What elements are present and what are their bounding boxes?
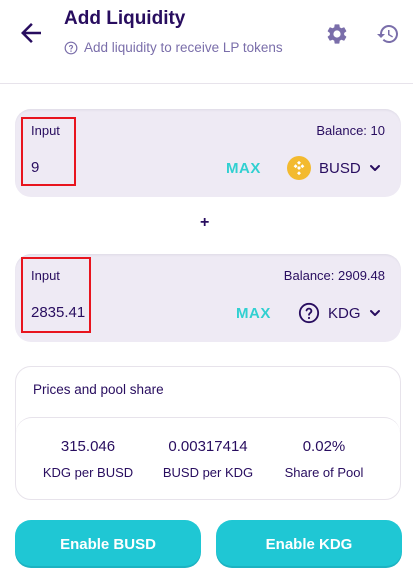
stat-busd-per-kdg: 0.00317414 BUSD per KDG <box>144 438 272 480</box>
balance-text: Balance: 10 <box>316 123 385 138</box>
stat-share-of-pool: 0.02% Share of Pool <box>260 438 388 480</box>
balance-text: Balance: 2909.48 <box>283 268 385 283</box>
busd-token-icon <box>287 156 311 180</box>
max-button-busd[interactable]: MAX <box>226 160 261 177</box>
page-title: Add Liquidity <box>64 8 186 29</box>
enable-kdg-button[interactable]: Enable KDG <box>216 520 402 568</box>
subtitle-text: Add liquidity to receive LP tokens <box>84 40 283 55</box>
arrow-left-icon[interactable] <box>16 18 46 48</box>
pool-info-card: Prices and pool share 315.046 KDG per BU… <box>15 366 401 500</box>
enable-busd-button[interactable]: Enable BUSD <box>15 520 201 568</box>
token-select-busd[interactable]: BUSD <box>287 156 381 180</box>
token-symbol: BUSD <box>319 159 361 177</box>
highlight-box-busd <box>21 117 76 186</box>
token-select-kdg[interactable]: KDG <box>298 302 381 324</box>
pool-stats: 315.046 KDG per BUSD 0.00317414 BUSD per… <box>16 417 400 499</box>
plus-sign: + <box>200 214 210 231</box>
history-icon[interactable] <box>376 22 400 46</box>
page-subtitle: Add liquidity to receive LP tokens <box>64 40 283 55</box>
highlight-box-kdg <box>21 257 91 333</box>
max-button-kdg[interactable]: MAX <box>236 305 271 322</box>
gear-icon[interactable] <box>325 22 349 46</box>
stat-value: 315.046 <box>60 438 116 455</box>
unknown-token-icon <box>298 302 320 324</box>
token-symbol: KDG <box>328 304 361 322</box>
stat-label: BUSD per KDG <box>162 465 254 480</box>
pool-info-title: Prices and pool share <box>33 382 164 397</box>
stat-value: 0.02% <box>302 438 346 455</box>
chevron-down-icon <box>369 165 380 171</box>
stat-value: 0.00317414 <box>168 438 248 455</box>
stat-label: KDG per BUSD <box>42 465 134 480</box>
page-header: Add Liquidity Add liquidity to receive L… <box>0 0 413 84</box>
stat-kdg-per-busd: 315.046 KDG per BUSD <box>24 438 152 480</box>
stat-label: Share of Pool <box>284 465 364 480</box>
chevron-down-icon <box>369 310 380 316</box>
question-circle-icon[interactable] <box>64 41 78 55</box>
